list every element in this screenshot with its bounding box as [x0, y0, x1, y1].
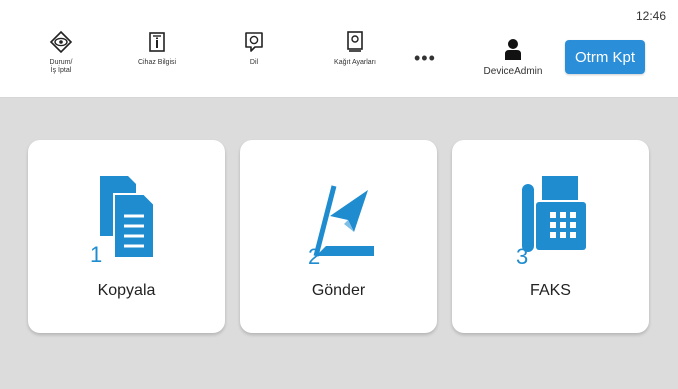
device-info-button[interactable]: Cihaz Bilgisi [122, 30, 192, 92]
toolbar-label: Kağıt Ayarları [334, 59, 376, 66]
copy-tile[interactable]: 1 Kopyala [28, 140, 225, 333]
more-options-button[interactable]: ••• [414, 49, 436, 67]
clock: 12:46 [635, 9, 666, 23]
tile-label: Gönder [311, 282, 366, 299]
top-bar: 12:46 Durum/ İş İptal Cihaz Bilgisi Dil [0, 0, 678, 98]
toolbar-label: Dil [249, 59, 259, 66]
tile-number: 1 [90, 242, 102, 266]
status-job-cancel-button[interactable]: Durum/ İş İptal [26, 30, 96, 92]
eye-icon [49, 30, 73, 54]
user-name: DeviceAdmin [483, 66, 543, 77]
paper-settings-button[interactable]: Kağıt Ayarları [320, 30, 390, 92]
copy-icon: 1 [90, 176, 155, 266]
user-icon [505, 39, 521, 60]
home-panel: 1 Kopyala 2 Gönder 3 FAKS [0, 98, 678, 389]
toolbar-label: Cihaz Bilgisi [137, 59, 177, 66]
send-icon: 2 [308, 185, 374, 266]
tile-number: 2 [308, 244, 320, 266]
user-account[interactable]: DeviceAdmin [478, 38, 548, 77]
tile-label: Kopyala [97, 282, 156, 299]
language-icon [245, 32, 263, 52]
fax-tile[interactable]: 3 FAKS [452, 140, 649, 333]
logout-button[interactable]: Otrm Kpt [565, 40, 645, 74]
device-info-icon [149, 32, 165, 52]
paper-settings-icon [347, 31, 363, 52]
toolbar-label: Durum/ İş İptal [49, 59, 73, 74]
tile-number: 3 [516, 244, 528, 266]
fax-icon: 3 [516, 176, 586, 266]
send-tile[interactable]: 2 Gönder [240, 140, 437, 333]
language-button[interactable]: Dil [219, 30, 289, 92]
tile-label: FAKS [530, 282, 571, 299]
